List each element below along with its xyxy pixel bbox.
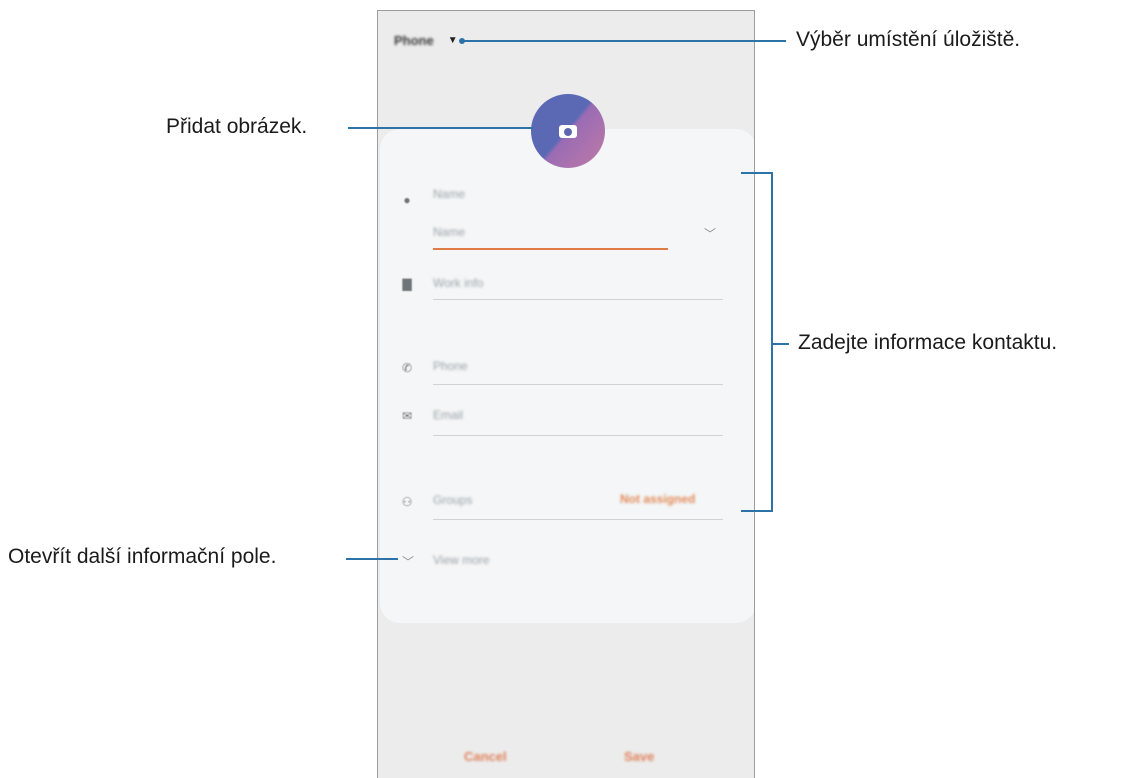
more-fields-callout-line (346, 558, 398, 560)
person-icon: ● (403, 193, 411, 207)
storage-callout-line (462, 40, 786, 42)
name-field[interactable]: Name (433, 225, 465, 239)
email-field[interactable]: Email (433, 408, 463, 422)
phone-field[interactable]: Phone (433, 359, 468, 373)
add-image-callout-label: Přidat obrázek. (166, 115, 308, 138)
view-more-chevron-icon[interactable]: ﹀ (402, 553, 414, 570)
name-section-label: Name (433, 187, 466, 201)
view-more-button[interactable]: View more (433, 553, 489, 567)
groups-underline (433, 519, 723, 520)
building-icon: ▇ (402, 277, 412, 291)
work-info-underline (433, 299, 723, 300)
phone-screen: Phone ▼ ● Name Name ﹀ ▇ Work info ✆ Phon… (377, 10, 755, 778)
storage-callout-label: Výběr umístění úložiště. (796, 28, 1021, 51)
storage-selector[interactable]: Phone ▼ (394, 33, 458, 48)
name-field-underline (433, 248, 668, 250)
phone-icon: ✆ (401, 361, 413, 375)
email-icon: ✉ (401, 409, 413, 423)
camera-icon (559, 124, 577, 138)
more-fields-callout-label: Otevřít další informační pole. (8, 545, 277, 568)
cancel-button[interactable]: Cancel (464, 749, 507, 764)
add-image-button[interactable] (531, 94, 605, 168)
contact-info-bracket (771, 172, 773, 512)
phone-underline (433, 384, 723, 385)
email-underline (433, 435, 723, 436)
chevron-down-icon[interactable]: ﹀ (704, 225, 716, 242)
groups-icon: ⚇ (401, 495, 413, 509)
contact-info-callout-line (771, 343, 789, 345)
work-info-field[interactable]: Work info (433, 276, 483, 290)
contact-info-bracket-top (741, 172, 773, 174)
groups-field[interactable]: Groups (433, 493, 472, 507)
save-button[interactable]: Save (624, 749, 654, 764)
storage-callout-dot (459, 38, 465, 44)
contact-info-callout-label: Zadejte informace kontaktu. (798, 331, 1058, 354)
contact-form-card (380, 129, 754, 623)
groups-value[interactable]: Not assigned (620, 492, 695, 506)
caret-down-icon: ▼ (447, 35, 458, 46)
add-image-callout-line (348, 127, 533, 129)
contact-info-bracket-bottom (741, 510, 773, 512)
storage-label: Phone (394, 33, 434, 48)
